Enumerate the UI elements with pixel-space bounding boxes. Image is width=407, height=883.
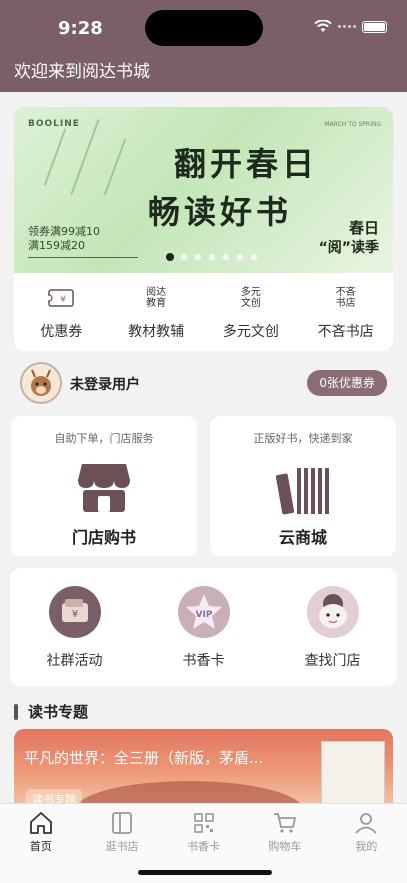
store-purchase-subtitle: 自助下单，门店服务 — [54, 432, 154, 445]
pager-dot[interactable] — [236, 253, 244, 261]
user-row: 未登录用户 0张优惠券 — [14, 362, 393, 404]
status-icons — [314, 20, 387, 33]
page-title: 欢迎来到阅达书城 — [14, 62, 150, 82]
quick-label: 多元文创 — [222, 324, 279, 340]
vip-star-icon: VIP — [177, 586, 230, 638]
deer-avatar-icon — [31, 369, 51, 396]
book-cover-image — [321, 741, 385, 809]
signal-dots-icon — [338, 25, 356, 28]
wallet-icon: ¥ — [48, 586, 101, 638]
cloud-mall-title: 云商城 — [278, 528, 327, 547]
home-icon — [29, 812, 52, 834]
banner-headline-2: 畅读好书 — [148, 193, 293, 231]
section-bar — [14, 703, 18, 720]
feature-label: 社群活动 — [46, 653, 103, 669]
feature-label: 查找门店 — [304, 653, 361, 669]
app-header: 9:28 欢迎来到阅达书城 — [0, 0, 407, 92]
banner-headline-1: 翻开春日 — [174, 145, 319, 183]
banner-promo: 领券满99减10 满159减20 — [28, 225, 100, 253]
feature-find-store[interactable]: 查找门店 — [268, 568, 397, 686]
pager-dot[interactable] — [208, 253, 216, 261]
tab-label: 首页 — [29, 840, 52, 853]
cloud-mall-subtitle: 正版好书，快递到家 — [253, 432, 353, 445]
banner-card: BOOLINE MARCH TO SPRING 翻开春日 畅读好书 领券满99减… — [14, 107, 393, 351]
yueda-edu-logo-icon: 阅达 教育 — [146, 287, 167, 309]
banner-arrow — [28, 257, 138, 258]
user-name[interactable]: 未登录用户 — [70, 374, 140, 394]
tab-label: 逛书店 — [105, 840, 139, 853]
bookshelf-icon — [273, 460, 333, 516]
quick-item-textbooks[interactable]: 阅达 教育 教材教辅 — [109, 277, 204, 349]
tab-label: 书香卡 — [187, 840, 221, 853]
quick-label: 优惠券 — [40, 324, 83, 340]
qr-grid-icon — [193, 813, 214, 833]
bookstore-logo-icon: 不吝 书店 — [335, 287, 356, 309]
home-indicator — [138, 870, 272, 875]
svg-text:¥: ¥ — [71, 609, 77, 620]
culture-logo-icon: 多元 文创 — [240, 287, 261, 309]
coupon-count-button[interactable]: 0张优惠券 — [307, 370, 387, 396]
tab-label: 购物车 — [268, 840, 302, 853]
quick-label: 不吝书店 — [317, 324, 374, 340]
quick-item-culture[interactable]: 多元 文创 多元文创 — [204, 277, 299, 349]
dynamic-island — [145, 10, 263, 46]
quick-item-bookstore[interactable]: 不吝 书店 不吝书店 — [298, 277, 393, 349]
banner-promo-line-2: 满159减20 — [28, 239, 85, 252]
quick-links: ¥ 优惠券 阅达 教育 教材教辅 多元 文创 多元文创 不吝 书店 不吝书店 — [14, 277, 393, 349]
topic-title: 平凡的世界：全三册（新版，茅盾... — [24, 749, 264, 767]
mascot-icon — [306, 586, 359, 638]
banner-brand: BOOLINE — [28, 119, 80, 129]
feature-community[interactable]: ¥ 社群活动 — [10, 568, 139, 686]
store-purchase-title: 门店购书 — [71, 528, 136, 547]
section-title: 读书专题 — [28, 703, 89, 721]
tab-home[interactable]: 首页 — [0, 804, 81, 883]
quick-item-coupon[interactable]: ¥ 优惠券 — [14, 277, 109, 349]
feature-book-card[interactable]: VIP 书香卡 — [139, 568, 268, 686]
pager-dot[interactable] — [222, 253, 230, 261]
cloud-mall-card[interactable]: 正版好书，快递到家 云商城 — [210, 416, 396, 556]
wifi-icon — [314, 20, 332, 32]
banner-season-2: “阅”读季 — [318, 240, 379, 256]
battery-icon — [362, 20, 387, 33]
topic-card[interactable]: 平凡的世界：全三册（新版，茅盾... 读书专题 — [14, 729, 393, 809]
book-icon — [112, 812, 133, 834]
banner-season-1: 春日 — [348, 219, 379, 237]
tab-me[interactable]: 我的 — [326, 804, 407, 883]
quick-label: 教材教辅 — [128, 324, 185, 340]
storefront-icon — [74, 460, 134, 516]
feature-label: 书香卡 — [182, 653, 225, 669]
svg-text:¥: ¥ — [61, 295, 67, 305]
pager-dot[interactable] — [250, 253, 258, 261]
status-time: 9:28 — [58, 18, 103, 39]
pager-dot[interactable] — [166, 253, 174, 261]
banner-promo-line-1: 领券满99减10 — [28, 225, 100, 238]
store-purchase-card[interactable]: 自助下单，门店服务 门店购书 — [11, 416, 197, 556]
tab-label: 我的 — [355, 840, 378, 853]
banner-pager[interactable] — [166, 253, 258, 261]
pager-dot[interactable] — [180, 253, 188, 261]
banner-march-label: MARCH TO SPRING — [324, 121, 381, 128]
vip-badge-text: VIP — [195, 610, 212, 620]
pager-dot[interactable] — [194, 253, 202, 261]
feature-row: ¥ 社群活动 VIP 书香卡 查找门店 — [10, 568, 397, 686]
user-icon — [355, 813, 377, 834]
avatar[interactable] — [20, 362, 62, 404]
section-header: 读书专题 — [14, 701, 88, 722]
cart-icon — [273, 813, 296, 833]
coupon-icon: ¥ — [48, 283, 75, 313]
promo-banner[interactable]: BOOLINE MARCH TO SPRING 翻开春日 畅读好书 领券满99减… — [14, 107, 393, 273]
